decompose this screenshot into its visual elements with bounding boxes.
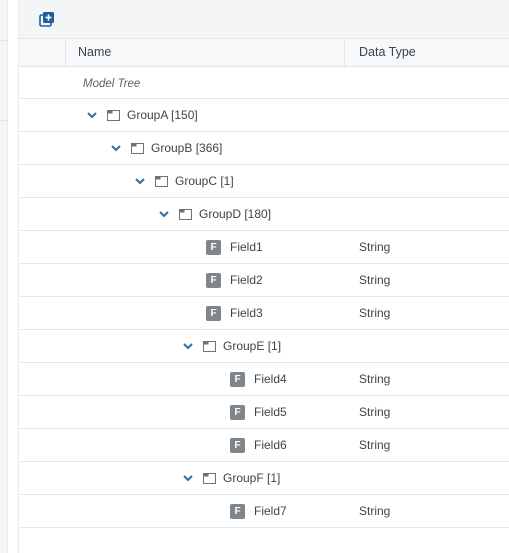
tree-row-group[interactable]: GroupC [1] <box>19 165 509 198</box>
column-header-name[interactable]: Name <box>66 39 345 66</box>
field-badge-icon: F <box>206 239 221 255</box>
group-icon <box>179 208 192 220</box>
group-icon <box>203 472 216 484</box>
field-label: Field6 <box>254 438 287 452</box>
data-type-cell: String <box>359 306 391 320</box>
field-badge-icon: F <box>230 371 245 387</box>
group-label: GroupC [1] <box>175 174 234 188</box>
data-type-cell: String <box>359 504 391 518</box>
group-label: GroupD [180] <box>199 207 272 221</box>
group-label: GroupA [150] <box>127 108 198 122</box>
group-icon <box>203 340 216 352</box>
field-label: Field4 <box>254 372 287 386</box>
tree-root-row: Model Tree <box>19 66 509 99</box>
left-divider <box>0 120 7 121</box>
left-panel-edge <box>0 0 8 553</box>
field-label: Field7 <box>254 504 287 518</box>
group-label: GroupB [366] <box>151 141 223 155</box>
table-header: Name Data Type <box>19 38 509 67</box>
group-icon <box>131 142 144 154</box>
tree-row-field[interactable]: F Field3 String <box>19 297 509 330</box>
model-tree-panel: Name Data Type Model Tree GroupA [150] G… <box>18 0 509 553</box>
field-label: Field1 <box>230 240 263 254</box>
tree-row-group[interactable]: GroupB [366] <box>19 132 509 165</box>
data-type-cell: String <box>359 438 391 452</box>
field-badge-icon: F <box>230 503 245 519</box>
chevron-down-icon[interactable] <box>157 207 171 221</box>
tree-row-field[interactable]: F Field1 String <box>19 231 509 264</box>
group-label: GroupE [1] <box>223 339 282 353</box>
chevron-down-icon[interactable] <box>181 471 195 485</box>
group-icon <box>107 109 120 121</box>
left-divider <box>0 40 7 41</box>
chevron-down-icon[interactable] <box>85 108 99 122</box>
tree-row-field[interactable]: F Field2 String <box>19 264 509 297</box>
field-badge-icon: F <box>230 404 245 420</box>
field-label: Field3 <box>230 306 263 320</box>
chevron-down-icon[interactable] <box>181 339 195 353</box>
tree-row-field[interactable]: F Field4 String <box>19 363 509 396</box>
model-tree-label: Model Tree <box>83 78 141 90</box>
column-header-data-type[interactable]: Data Type <box>346 39 509 66</box>
tree-row-field[interactable]: F Field6 String <box>19 429 509 462</box>
tree-row-field[interactable]: F Field7 String <box>19 495 509 528</box>
tree-row-group[interactable]: GroupA [150] <box>19 99 509 132</box>
tree-row-group[interactable]: GroupD [180] <box>19 198 509 231</box>
data-type-cell: String <box>359 273 391 287</box>
add-layer-icon <box>39 12 54 27</box>
data-type-cell: String <box>359 240 391 254</box>
data-type-cell: String <box>359 372 391 386</box>
field-label: Field2 <box>230 273 263 287</box>
field-label: Field5 <box>254 405 287 419</box>
field-badge-icon: F <box>206 272 221 288</box>
field-badge-icon: F <box>206 305 221 321</box>
toolbar <box>19 0 509 38</box>
group-label: GroupF [1] <box>223 471 281 485</box>
chevron-down-icon[interactable] <box>109 141 123 155</box>
chevron-down-icon[interactable] <box>133 174 147 188</box>
tree-row-group[interactable]: GroupE [1] <box>19 330 509 363</box>
tree-row-field[interactable]: F Field5 String <box>19 396 509 429</box>
tree-row-group[interactable]: GroupF [1] <box>19 462 509 495</box>
data-type-cell: String <box>359 405 391 419</box>
field-badge-icon: F <box>230 437 245 453</box>
header-gutter <box>19 39 66 66</box>
group-icon <box>155 175 168 187</box>
add-layer-button[interactable] <box>37 9 57 29</box>
tree-rows: Model Tree GroupA [150] GroupB [366] Gro… <box>19 66 509 528</box>
